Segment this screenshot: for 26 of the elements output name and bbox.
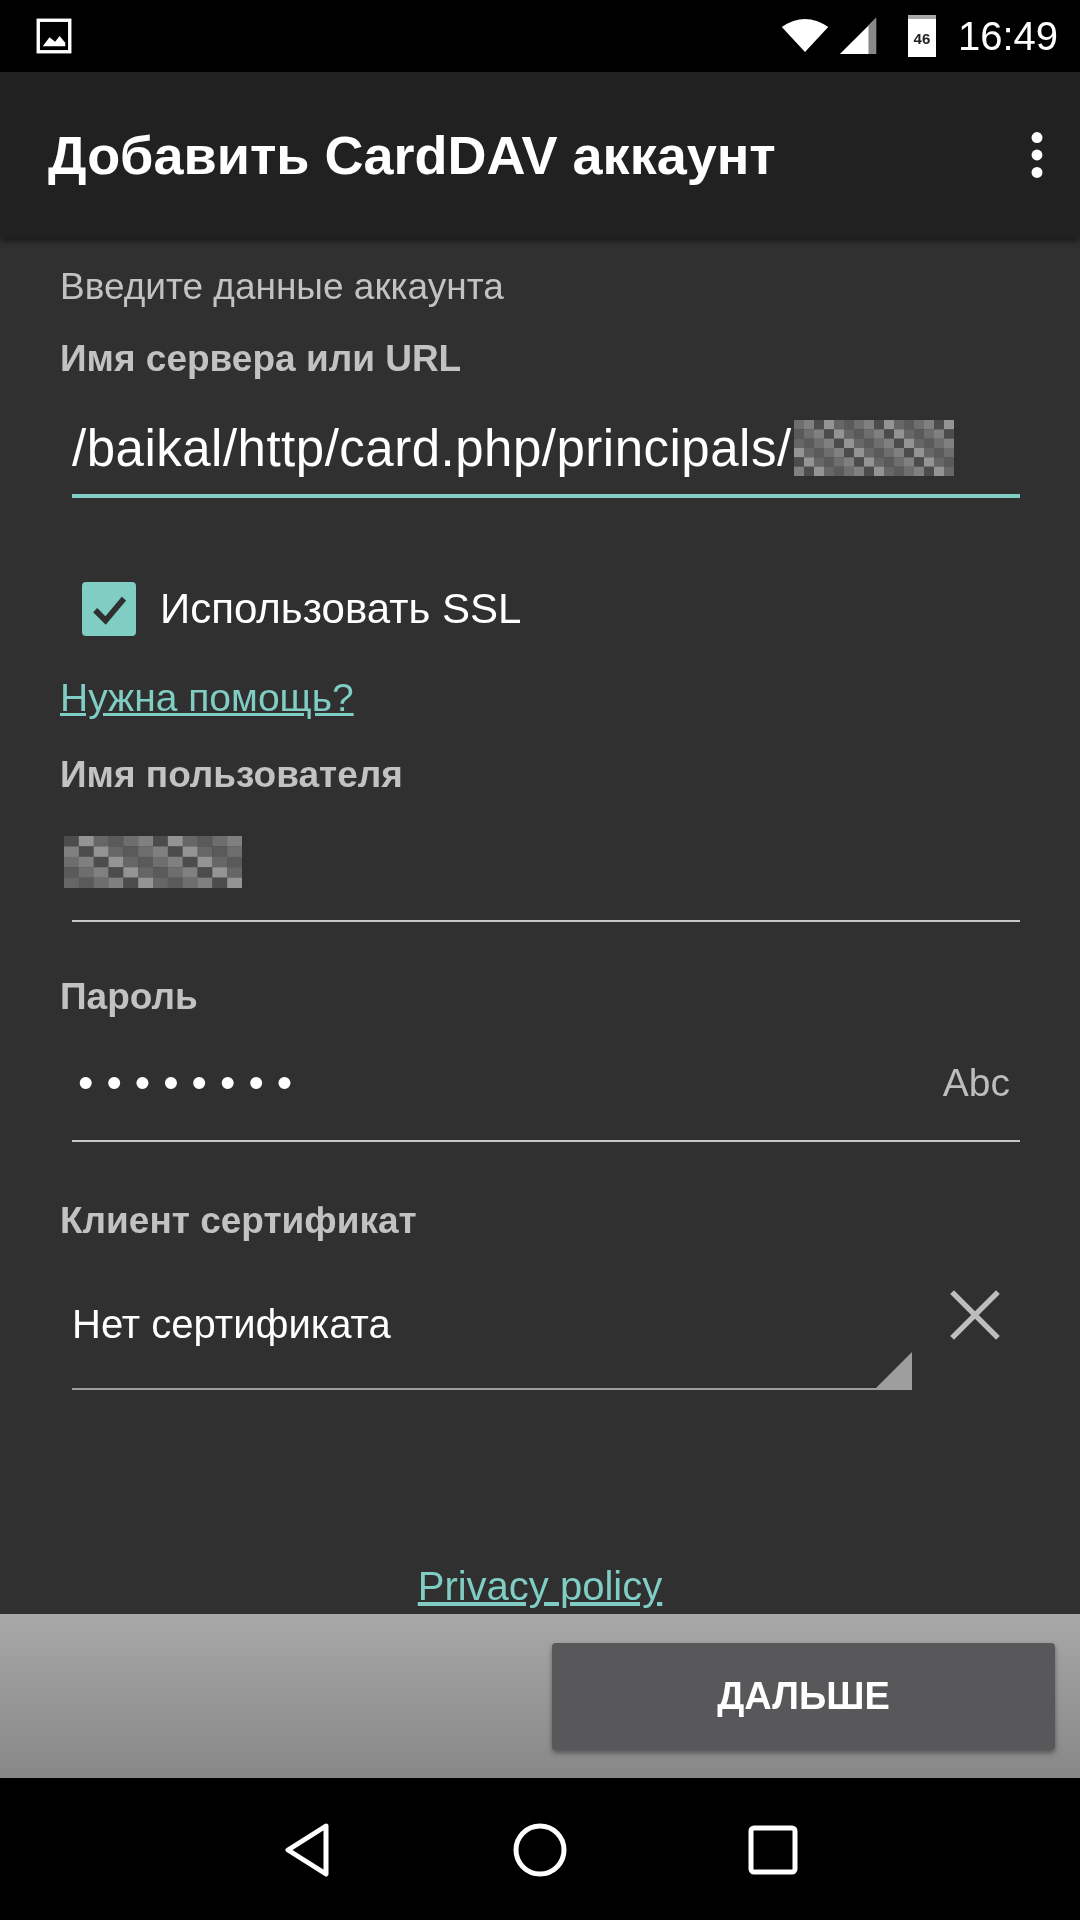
- help-link[interactable]: Нужна помощь?: [60, 676, 354, 719]
- window-title: Добавить CardDAV аккаунт: [48, 124, 777, 186]
- wifi-icon: [779, 18, 830, 54]
- overflow-menu-icon[interactable]: [1030, 131, 1044, 179]
- checkbox[interactable]: [82, 582, 136, 636]
- dropdown-corner-icon: [876, 1352, 912, 1388]
- battery-level: 46: [913, 29, 931, 47]
- checkbox-label[interactable]: Использовать SSL: [160, 585, 522, 633]
- signal-icon: [837, 16, 878, 56]
- field-label: Пароль: [60, 975, 199, 1019]
- field-label: Имя сервера или URL: [60, 337, 463, 381]
- password-field[interactable]: •••••••• Abc: [72, 1026, 1020, 1142]
- certificate-dropdown[interactable]: Нет сертификата: [72, 1260, 912, 1390]
- url-field[interactable]: /baikal/http/card.php/principals/: [72, 402, 1020, 498]
- close-icon[interactable]: [948, 1288, 1002, 1342]
- field-label: Клиент сертификат: [60, 1199, 418, 1243]
- home-icon[interactable]: [512, 1822, 568, 1878]
- field-label: Имя пользователя: [60, 753, 404, 797]
- show-password-toggle[interactable]: Abc: [942, 1061, 1010, 1105]
- image-icon: [36, 18, 72, 54]
- clock: 16:49: [957, 13, 1058, 59]
- next-button[interactable]: ДАЛЬШЕ: [552, 1642, 1055, 1750]
- password-dots: ••••••••: [77, 1058, 306, 1108]
- field-value: /baikal/http/card.php/principals/: [72, 418, 792, 478]
- section-hint: Введите данные аккаунта: [60, 265, 505, 309]
- privacy-policy-link[interactable]: Privacy policy: [417, 1564, 663, 1608]
